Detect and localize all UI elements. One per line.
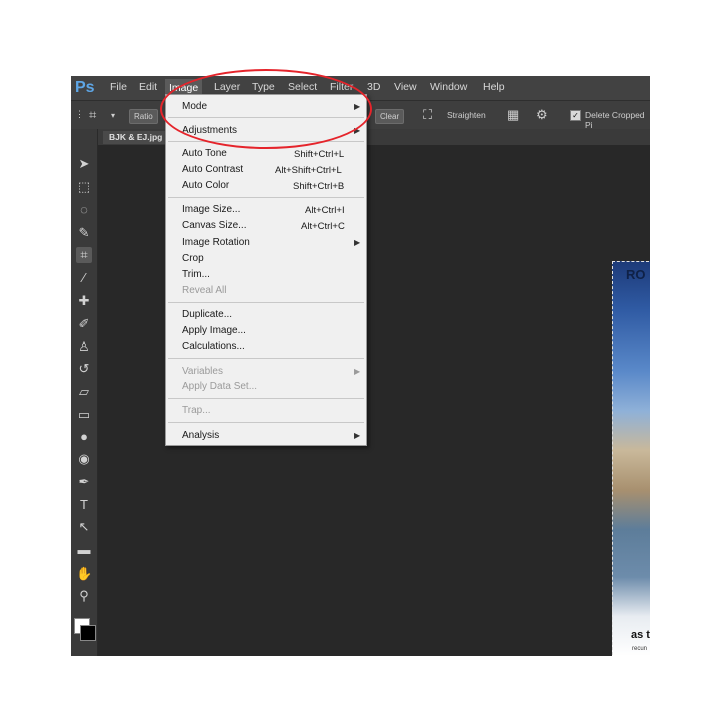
canvas-text-bottom: as t bbox=[631, 629, 650, 641]
document-tab[interactable]: BJK & EJ.jpg bbox=[103, 131, 169, 144]
grip-icon: ⋮ bbox=[75, 109, 84, 119]
menu-help[interactable]: Help bbox=[483, 81, 505, 93]
zoom-icon[interactable]: ⚲ bbox=[76, 588, 92, 604]
stamp-icon[interactable]: ♙ bbox=[76, 339, 92, 355]
menu-item-reveal-all: Reveal All bbox=[182, 285, 227, 296]
history-brush-icon[interactable]: ↺ bbox=[76, 361, 92, 377]
menu-edit[interactable]: Edit bbox=[139, 81, 157, 93]
menu-item-auto-color[interactable]: Auto Color bbox=[182, 180, 229, 191]
ratio-select[interactable]: Ratio bbox=[129, 109, 158, 124]
menu-item-auto-contrast[interactable]: Auto Contrast bbox=[182, 164, 243, 175]
menu-item-apply-data-set: Apply Data Set... bbox=[182, 381, 258, 392]
quick-select-icon[interactable]: ✎ bbox=[76, 225, 92, 241]
menu-item-canvas-size[interactable]: Canvas Size... bbox=[182, 220, 246, 231]
background-color-swatch[interactable] bbox=[80, 625, 96, 641]
eraser-icon[interactable]: ▱ bbox=[76, 384, 92, 400]
marquee-icon[interactable]: ⬚ bbox=[76, 179, 92, 195]
hand-icon[interactable]: ✋ bbox=[76, 566, 92, 582]
menu-item-analysis[interactable]: Analysis bbox=[182, 430, 219, 441]
straighten-icon[interactable]: ⛶ bbox=[423, 107, 432, 123]
type-icon[interactable]: T bbox=[76, 497, 92, 513]
menu-item-trim[interactable]: Trim... bbox=[182, 269, 210, 280]
menu-separator bbox=[168, 197, 364, 198]
shortcut-auto-tone: Shift+Ctrl+L bbox=[294, 149, 345, 160]
menu-item-variables: Variables bbox=[182, 366, 223, 377]
shortcut-auto-contrast: Alt+Shift+Ctrl+L bbox=[275, 165, 342, 176]
menu-item-trap: Trap... bbox=[182, 405, 211, 416]
menu-view[interactable]: View bbox=[394, 81, 417, 93]
shortcut-auto-color: Shift+Ctrl+B bbox=[293, 181, 345, 192]
submenu-arrow-icon: ▶ bbox=[354, 367, 361, 376]
menu-window[interactable]: Window bbox=[430, 81, 467, 93]
move-icon[interactable]: ➤ bbox=[76, 156, 92, 172]
shortcut-image-size: Alt+Ctrl+I bbox=[305, 205, 345, 216]
clear-button[interactable]: Clear bbox=[375, 109, 405, 124]
menu-item-image-size[interactable]: Image Size... bbox=[182, 204, 240, 215]
gear-icon[interactable]: ⚙ bbox=[536, 107, 548, 123]
crop-icon[interactable]: ⌗ bbox=[76, 247, 92, 263]
crop-tool-icon[interactable]: ⌗ bbox=[89, 107, 96, 123]
straighten-label[interactable]: Straighten bbox=[447, 110, 486, 120]
gradient-icon[interactable]: ▭ bbox=[76, 407, 92, 423]
healing-icon[interactable]: ✚ bbox=[76, 293, 92, 309]
menu-separator bbox=[168, 422, 364, 423]
canvas-text-small: recun bbox=[632, 646, 648, 652]
menu-item-apply-image[interactable]: Apply Image... bbox=[182, 325, 246, 336]
shape-icon[interactable]: ▬ bbox=[76, 542, 92, 558]
submenu-arrow-icon: ▶ bbox=[354, 238, 361, 247]
brush-icon[interactable]: ✐ bbox=[76, 316, 92, 332]
chevron-down-icon[interactable]: ▾ bbox=[111, 111, 115, 120]
crop-marquee[interactable] bbox=[612, 261, 649, 655]
menu-item-image-rotation[interactable]: Image Rotation bbox=[182, 237, 250, 248]
delete-cropped-label: Delete Cropped Pi bbox=[585, 110, 645, 130]
menu-separator bbox=[168, 358, 364, 359]
menu-3d[interactable]: 3D bbox=[367, 81, 380, 93]
menu-item-duplicate[interactable]: Duplicate... bbox=[182, 309, 232, 320]
ps-logo: Ps bbox=[75, 79, 95, 96]
path-select-icon[interactable]: ↖ bbox=[76, 519, 92, 535]
submenu-arrow-icon: ▶ bbox=[354, 431, 361, 440]
menu-item-auto-tone[interactable]: Auto Tone bbox=[182, 148, 227, 159]
menu-item-calculations[interactable]: Calculations... bbox=[182, 341, 245, 352]
shortcut-canvas-size: Alt+Ctrl+C bbox=[301, 221, 345, 232]
canvas-text-top: RO bbox=[626, 267, 646, 282]
delete-cropped-checkbox[interactable]: ✓ bbox=[570, 110, 581, 121]
lasso-icon[interactable]: ◌ bbox=[76, 202, 92, 218]
eyedropper-icon[interactable]: ∕ bbox=[76, 270, 92, 286]
pen-icon[interactable]: ✒ bbox=[76, 474, 92, 490]
toolbox: ➤ ⬚ ◌ ✎ ⌗ ∕ ✚ ✐ ♙ ↺ ▱ ▭ ● ◉ ✒ T ↖ ▬ ✋ ⚲ bbox=[71, 129, 98, 656]
menu-file[interactable]: File bbox=[110, 81, 127, 93]
blur-icon[interactable]: ● bbox=[76, 429, 92, 445]
dodge-icon[interactable]: ◉ bbox=[76, 451, 92, 467]
menu-separator bbox=[168, 398, 364, 399]
annotation-ellipse bbox=[160, 69, 372, 149]
grid-overlay-icon[interactable]: ▦ bbox=[507, 107, 519, 123]
menu-separator bbox=[168, 302, 364, 303]
menu-item-crop[interactable]: Crop bbox=[182, 253, 204, 264]
